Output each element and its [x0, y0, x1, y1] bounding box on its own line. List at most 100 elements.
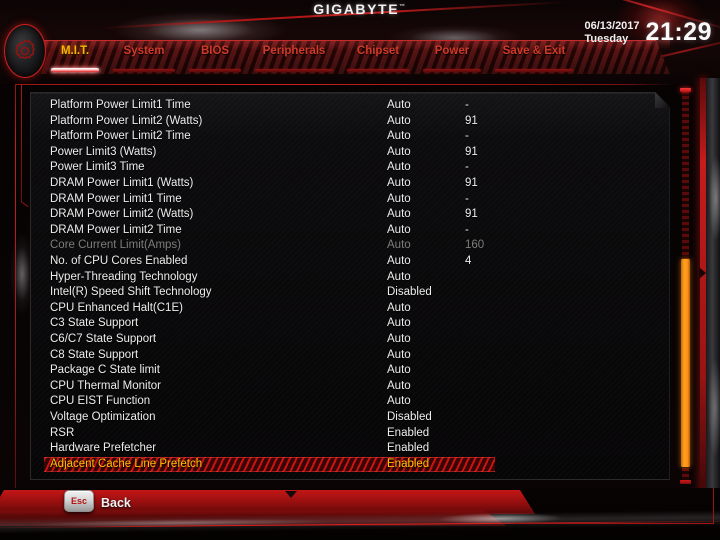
date-text: 06/13/2017 [584, 19, 640, 32]
setting-value[interactable]: Auto [387, 318, 411, 330]
setting-value[interactable]: Auto [387, 100, 411, 112]
setting-row[interactable]: Voltage Optimization Disabled [30, 410, 670, 426]
setting-row[interactable]: C3 State Support Auto [30, 316, 670, 332]
tab-underline [255, 69, 333, 72]
tab-label: System [123, 45, 165, 57]
setting-value[interactable]: Auto [387, 131, 411, 143]
setting-row[interactable]: Hardware Prefetcher Enabled [30, 441, 670, 457]
gigabyte-logo-text: GIGABYTE [313, 1, 400, 17]
setting-row[interactable]: Platform Power Limit2 Time Auto - [30, 129, 670, 145]
setting-row[interactable]: Adjacent Cache Line Prefetch Enabled [30, 456, 670, 473]
setting-row[interactable]: DRAM Power Limit2 (Watts) Auto 91 [30, 207, 670, 223]
setting-row[interactable]: DRAM Power Limit1 Time Auto - [30, 192, 670, 208]
tab-underline [51, 68, 99, 72]
setting-value[interactable]: Auto [387, 209, 411, 221]
setting-row[interactable]: DRAM Power Limit1 (Watts) Auto 91 [30, 176, 670, 192]
back-button-label[interactable]: Back [101, 496, 131, 510]
tab-power[interactable]: Power [416, 44, 488, 74]
setting-value[interactable]: Auto [387, 333, 411, 346]
setting-label: Power Limit3 Time [50, 161, 145, 174]
tab-bios[interactable]: BIOS [182, 44, 248, 74]
main-tab-bar[interactable]: M.I.T. System BIOS Peripherals Chipset Power S… [44, 44, 604, 76]
setting-current-value: 160 [465, 239, 485, 252]
setting-current-value: 91 [465, 177, 478, 190]
setting-label: RSR [50, 426, 75, 439]
setting-label: CPU Enhanced Halt(C1E) [50, 301, 183, 314]
setting-value[interactable]: Auto [387, 224, 411, 237]
setting-row[interactable]: DRAM Power Limit2 Time Auto - [30, 223, 670, 239]
tab-label: M.I.T. [60, 45, 90, 57]
setting-value[interactable]: Auto [387, 365, 411, 377]
weekday-text: Tuesday [584, 32, 629, 45]
panel-frame-left-outer [15, 84, 16, 488]
setting-row[interactable]: CPU Thermal Monitor Auto [30, 379, 670, 395]
gear-icon [4, 24, 46, 78]
tab-underline [495, 69, 573, 72]
setting-current-value: - [465, 192, 469, 205]
panel-frame-corner [20, 201, 29, 208]
setting-current-value: 4 [465, 254, 472, 267]
tab-peripherals[interactable]: Peripherals [248, 44, 340, 74]
setting-value[interactable]: Auto [387, 162, 411, 174]
setting-value[interactable]: Auto [387, 302, 411, 315]
setting-value[interactable]: Enabled [387, 458, 429, 471]
footer-down-arrow-icon [285, 491, 297, 498]
setting-row[interactable]: Platform Power Limit1 Time Auto - [30, 98, 670, 114]
setting-row[interactable]: RSR Enabled [30, 425, 670, 441]
scrollbar-bottom-cap [680, 480, 691, 484]
tab-label: BIOS [200, 45, 230, 57]
tab-label: Peripherals [262, 45, 326, 57]
setting-current-value: - [465, 161, 469, 174]
setting-row[interactable]: Core Current Limit(Amps) Auto 160 [30, 238, 670, 254]
setting-value[interactable]: Auto [387, 193, 411, 206]
tab-system[interactable]: System [106, 44, 182, 74]
settings-list[interactable]: Platform Power Limit1 Time Auto - Platform … [30, 98, 670, 474]
tab-save-exit[interactable]: Save & Exit [488, 44, 580, 74]
setting-value[interactable]: Auto [387, 115, 411, 128]
setting-value[interactable]: Auto [387, 349, 411, 362]
panel-frame-top [15, 84, 675, 85]
setting-value[interactable]: Enabled [387, 443, 429, 455]
setting-row[interactable]: C8 State Support Auto [30, 348, 670, 364]
tab-chipset[interactable]: Chipset [340, 44, 416, 74]
setting-value[interactable]: Disabled [387, 411, 432, 424]
setting-label: Package C State limit [50, 364, 160, 377]
setting-label: Core Current Limit(Amps) [50, 239, 181, 252]
header-bar: GIGABYTE™ M.I.T. System BIOS Peripherals Chi… [0, 0, 720, 84]
setting-row[interactable]: No. of CPU Cores Enabled Auto 4 [30, 254, 670, 270]
setting-value[interactable]: Disabled [387, 287, 432, 299]
setting-value[interactable]: Auto [387, 178, 411, 190]
setting-row[interactable]: Platform Power Limit2 (Watts) Auto 91 [30, 114, 670, 130]
right-edge-gloss [706, 78, 720, 498]
setting-value[interactable]: Auto [387, 240, 411, 252]
setting-value[interactable]: Auto [387, 255, 411, 268]
tab-m-i-t[interactable]: M.I.T. [44, 44, 106, 74]
setting-row[interactable]: Power Limit3 Time Auto - [30, 160, 670, 176]
setting-label: C6/C7 State Support [50, 332, 157, 345]
setting-value[interactable]: Auto [387, 396, 411, 408]
setting-value[interactable]: Auto [387, 146, 411, 159]
setting-value[interactable]: Auto [387, 380, 411, 393]
setting-label: Hardware Prefetcher [50, 442, 157, 455]
setting-current-value: 91 [465, 114, 478, 127]
scrollbar-thumb[interactable] [681, 259, 690, 467]
setting-label: CPU EIST Function [50, 395, 151, 408]
gigabyte-logo: GIGABYTE™ [0, 1, 720, 17]
setting-value[interactable]: Enabled [387, 427, 429, 440]
setting-label: No. of CPU Cores Enabled [50, 254, 188, 267]
footer-right-frame-horizontal [514, 523, 714, 524]
setting-row[interactable]: Intel(R) Speed Shift Technology Disabled [30, 285, 670, 301]
right-edge-arrow-icon [699, 267, 706, 279]
setting-row[interactable]: CPU Enhanced Halt(C1E) Auto [30, 301, 670, 317]
setting-row[interactable]: Power Limit3 (Watts) Auto 91 [30, 145, 670, 161]
setting-row[interactable]: CPU EIST Function Auto [30, 394, 670, 410]
setting-current-value: 91 [465, 208, 478, 221]
setting-row[interactable]: Hyper-Threading Technology Auto [30, 270, 670, 286]
esc-key-button[interactable]: Esc [64, 490, 94, 512]
setting-row[interactable]: Package C State limit Auto [30, 363, 670, 379]
setting-row[interactable]: C6/C7 State Support Auto [30, 332, 670, 348]
tab-label: Chipset [356, 45, 400, 57]
setting-value[interactable]: Auto [387, 271, 411, 284]
settings-scrollbar[interactable] [678, 88, 692, 484]
setting-label: Platform Power Limit1 Time [50, 99, 191, 112]
